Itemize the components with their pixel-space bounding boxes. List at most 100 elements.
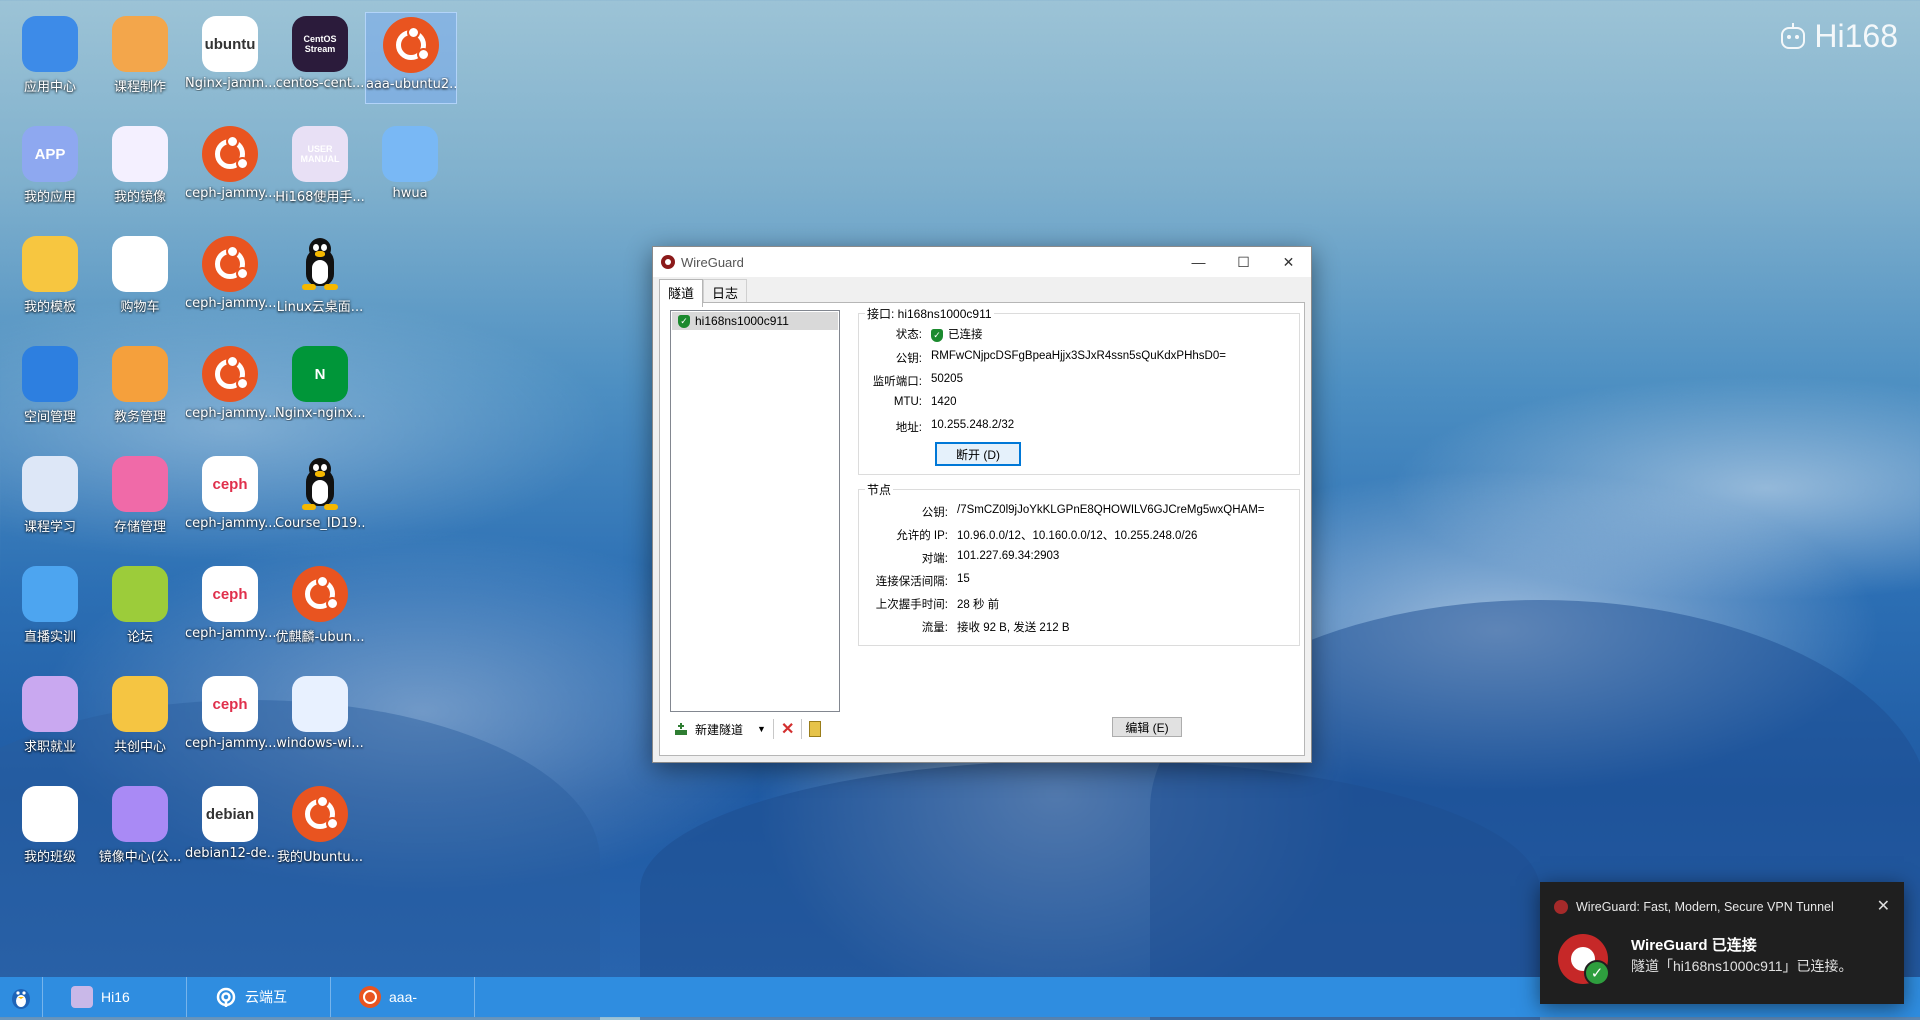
status-value: 已连接 bbox=[948, 329, 983, 341]
manual-icon: USER MANUAL bbox=[292, 126, 348, 182]
minimize-button[interactable]: — bbox=[1176, 247, 1221, 277]
ubuntu-icon bbox=[202, 126, 258, 182]
icon-text: USER MANUAL bbox=[300, 144, 340, 164]
desktop-icon[interactable]: 我的模板 bbox=[5, 232, 95, 322]
icon-text: ceph bbox=[212, 475, 248, 493]
desktop-icon[interactable]: USER MANUAL Hi168使用手... bbox=[275, 122, 365, 212]
transfer-value: 接收 92 B, 发送 212 B bbox=[957, 622, 1070, 634]
close-icon[interactable]: ✕ bbox=[1877, 896, 1890, 916]
desktop-icon[interactable]: 优麒麟-ubun... bbox=[275, 562, 365, 652]
desktop-icon[interactable]: 空间管理 bbox=[5, 342, 95, 432]
desktop-icon[interactable]: APP 我的应用 bbox=[5, 122, 95, 212]
penguin-start-icon bbox=[12, 989, 30, 1009]
ubuntu-icon bbox=[359, 986, 381, 1008]
tunnel-item-label: hi168ns1000c911 bbox=[695, 314, 789, 328]
desktop-icon[interactable]: 我的镜像 bbox=[95, 122, 185, 212]
desktop-icon[interactable]: 我的班级 bbox=[5, 782, 95, 872]
app-store-icon bbox=[22, 16, 78, 72]
ceph-icon: ceph bbox=[202, 676, 258, 732]
tab-tunnels[interactable]: 隧道 bbox=[659, 279, 704, 307]
allowed-ips-value: 10.96.0.0/12、10.160.0.0/12、10.255.248.0/… bbox=[957, 530, 1198, 542]
desktop-icon-label: 我的班级 bbox=[23, 850, 76, 865]
icon-text: APP bbox=[34, 145, 66, 163]
title-bar[interactable]: WireGuard — ☐ ✕ bbox=[653, 247, 1311, 277]
desktop-icon[interactable]: 教务管理 bbox=[95, 342, 185, 432]
notification-title: WireGuard 已连接 bbox=[1631, 937, 1757, 954]
keepalive-label: 连接保活间隔: bbox=[875, 576, 948, 588]
desktop-icon[interactable]: ceph-jammy... bbox=[185, 342, 275, 432]
desktop-icon-label: 我的应用 bbox=[23, 190, 76, 205]
folder-icon bbox=[22, 236, 78, 292]
desktop-icon[interactable]: 存储管理 bbox=[95, 452, 185, 542]
start-button[interactable] bbox=[0, 977, 42, 1017]
desktop-icon[interactable]: 课程学习 bbox=[5, 452, 95, 542]
add-tunnel-icon bbox=[675, 723, 687, 735]
desktop-icon[interactable]: 共创中心 bbox=[95, 672, 185, 762]
taskbar-item-label: Hi16 bbox=[101, 989, 130, 1005]
desktop-icon-label: 我的镜像 bbox=[113, 190, 166, 205]
desktop-icon-label: 镜像中心(公... bbox=[98, 850, 182, 865]
desktop-icon[interactable]: ceph-jammy... bbox=[185, 232, 275, 322]
desktop-icon[interactable]: N Nginx-nginx... bbox=[275, 342, 365, 432]
desktop-icon-label: 论坛 bbox=[126, 630, 153, 645]
handshake-value: 28 秒 前 bbox=[957, 599, 1000, 611]
desktop-icon[interactable]: ubuntu Nginx-jamm... bbox=[185, 12, 275, 102]
desktop-icon[interactable]: 直播实训 bbox=[5, 562, 95, 652]
dropdown-arrow-icon[interactable]: ▼ bbox=[757, 724, 766, 734]
peer-group-title: 节点 bbox=[865, 481, 894, 498]
desktop-icon[interactable]: debian debian12-de... bbox=[185, 782, 275, 872]
desktop-icon-label: 应用中心 bbox=[23, 80, 76, 95]
peer-public-key-value: /7SmCZ0l9jJoYkKLGPnE8QHOWILV6GJCreMg5wxQ… bbox=[957, 504, 1265, 516]
edit-button[interactable]: 编辑 (E) bbox=[1112, 717, 1182, 737]
taskbar-item-hi168[interactable]: Hi16 bbox=[42, 977, 186, 1017]
desktop-icon[interactable]: hwua bbox=[365, 122, 455, 212]
desktop-icon[interactable]: Course_ID19... bbox=[275, 452, 365, 542]
taskbar-item-ubuntu[interactable]: aaa- bbox=[330, 977, 475, 1017]
desktop-icon[interactable]: 论坛 bbox=[95, 562, 185, 652]
new-tunnel-button[interactable]: 新建隧道 ▼ bbox=[670, 718, 770, 740]
tunnel-list[interactable]: ✓ hi168ns1000c911 bbox=[670, 310, 840, 712]
taskbar-item-cloud[interactable]: 云端互 bbox=[186, 977, 330, 1017]
my-class-icon bbox=[22, 786, 78, 842]
desktop-icon[interactable]: ceph ceph-jammy... bbox=[185, 452, 275, 542]
desktop-icon[interactable]: Linux云桌面... bbox=[275, 232, 365, 322]
desktop-icon[interactable]: ceph ceph-jammy... bbox=[185, 672, 275, 762]
desktop-icon-label: ceph-jammy... bbox=[185, 626, 275, 641]
listen-port-label: 监听端口: bbox=[872, 376, 922, 388]
ceph-icon: ceph bbox=[202, 566, 258, 622]
tunnel-item[interactable]: ✓ hi168ns1000c911 bbox=[672, 312, 838, 330]
mtu-value: 1420 bbox=[931, 396, 957, 408]
desktop-icon-label: Hi168使用手... bbox=[275, 190, 365, 205]
public-key-label: 公钥: bbox=[895, 353, 922, 365]
desktop-icon[interactable]: windows-wi... bbox=[275, 672, 365, 762]
desktop-icon[interactable]: 购物车 bbox=[95, 232, 185, 322]
desktop-icon-label: centos-cent... bbox=[275, 76, 365, 91]
disconnect-button[interactable]: 断开 (D) bbox=[935, 442, 1021, 466]
ubuntu-icon bbox=[383, 17, 439, 73]
desktop-icon[interactable]: 求职就业 bbox=[5, 672, 95, 762]
desktop-icon[interactable]: 课程制作 bbox=[95, 12, 185, 102]
interface-group-title: 接口: hi168ns1000c911 bbox=[865, 305, 994, 322]
window-title: WireGuard bbox=[681, 254, 744, 270]
desktop-icon[interactable]: 应用中心 bbox=[5, 12, 95, 102]
notification-toast[interactable]: WireGuard: Fast, Modern, Secure VPN Tunn… bbox=[1540, 882, 1904, 1004]
window-client: 隧道 日志 ✓ hi168ns1000c911 接口: hi168ns1000c… bbox=[653, 277, 1311, 762]
cart-icon bbox=[112, 236, 168, 292]
desktop-icon[interactable]: CentOS Stream centos-cent... bbox=[275, 12, 365, 102]
taskbar-item-label: 云端互 bbox=[245, 989, 287, 1005]
desktop-icon[interactable]: 我的Ubuntu... bbox=[275, 782, 365, 872]
delete-tunnel-button[interactable]: ✕ bbox=[777, 718, 798, 740]
icon-text: ubuntu bbox=[204, 35, 256, 53]
ubuntu-icon bbox=[202, 236, 258, 292]
notification-body: 隧道「hi168ns1000c911」已连接。 bbox=[1631, 958, 1853, 974]
maximize-button[interactable]: ☐ bbox=[1221, 247, 1266, 277]
desktop-icon[interactable]: 镜像中心(公... bbox=[95, 782, 185, 872]
address-value: 10.255.248.2/32 bbox=[931, 419, 1015, 431]
desktop-icon[interactable]: aaa-ubuntu2... bbox=[365, 12, 457, 104]
desktop-icon[interactable]: ceph ceph-jammy... bbox=[185, 562, 275, 652]
close-button[interactable]: ✕ bbox=[1266, 247, 1311, 277]
desktop-icon[interactable]: ceph-jammy... bbox=[185, 122, 275, 212]
export-tunnels-button[interactable] bbox=[805, 718, 825, 740]
new-tunnel-label: 新建隧道 bbox=[695, 722, 744, 737]
allowed-ips-label: 允许的 IP: bbox=[896, 530, 948, 542]
